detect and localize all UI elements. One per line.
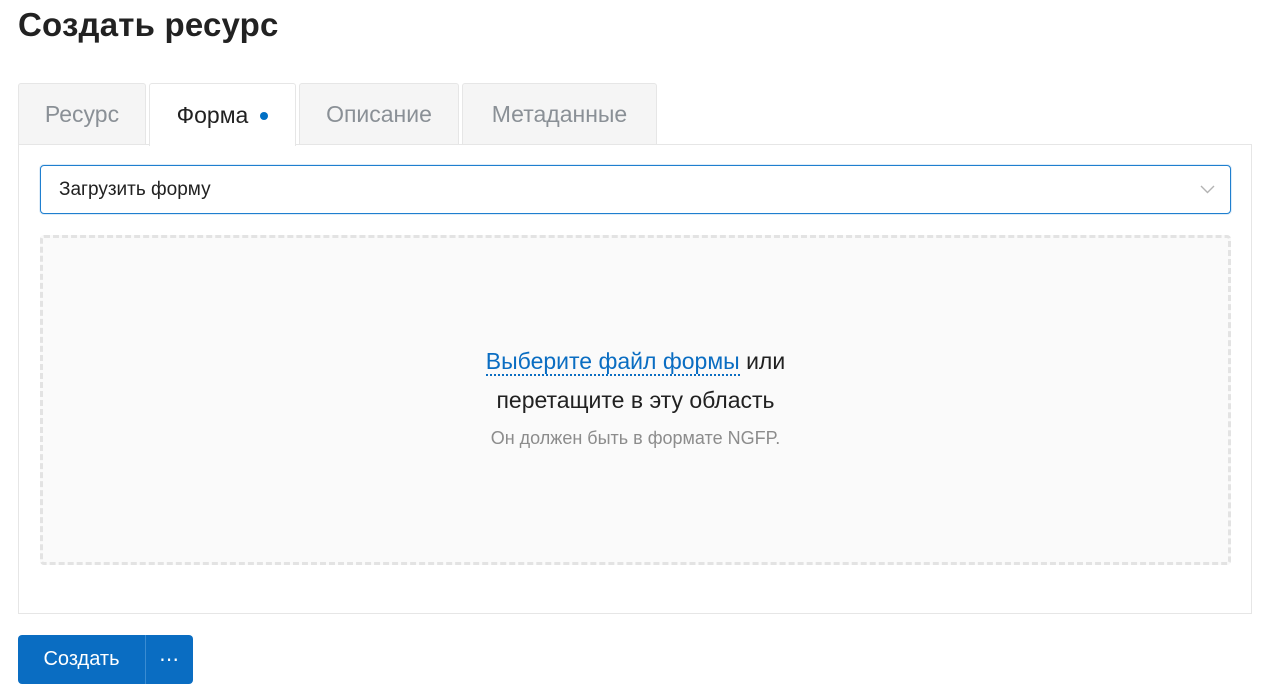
tab-form[interactable]: Форма [149, 83, 296, 146]
tab-metadata-label: Метаданные [491, 101, 628, 127]
create-button-group: Создать ⋯ [18, 635, 193, 684]
modified-dot-icon [260, 112, 269, 120]
tab-form-label: Форма [176, 101, 249, 128]
dropzone-prompt: Выберите файл формы или [43, 348, 1228, 376]
tab-resource[interactable]: Ресурс [18, 83, 146, 145]
dropzone-drag-text: перетащите в эту область [496, 387, 775, 413]
tab-panel-form: Загрузить форму Выберите файл формы или … [18, 144, 1252, 614]
page-title: Создать ресурс [18, 6, 279, 43]
tab-resource-label: Ресурс [44, 101, 120, 127]
file-dropzone[interactable]: Выберите файл формы или перетащите в эту… [40, 235, 1231, 565]
form-source-select-value: Загрузить форму [59, 178, 211, 200]
chevron-down-icon [1200, 185, 1215, 194]
dropzone-or-text: или [739, 348, 786, 374]
create-button[interactable]: Создать [18, 635, 146, 684]
tab-bar: Ресурс Форма Описание Метаданные [18, 83, 657, 146]
dropzone-format-hint: Он должен быть в формате NGFP. [490, 428, 781, 448]
form-source-select[interactable]: Загрузить форму [40, 165, 1231, 214]
more-dots-icon: ⋯ [159, 649, 180, 671]
tab-description[interactable]: Описание [299, 83, 459, 145]
choose-file-link[interactable]: Выберите файл формы [485, 348, 740, 376]
tab-metadata[interactable]: Метаданные [462, 83, 657, 145]
more-options-button[interactable]: ⋯ [146, 635, 193, 684]
tab-description-label: Описание [326, 101, 432, 127]
